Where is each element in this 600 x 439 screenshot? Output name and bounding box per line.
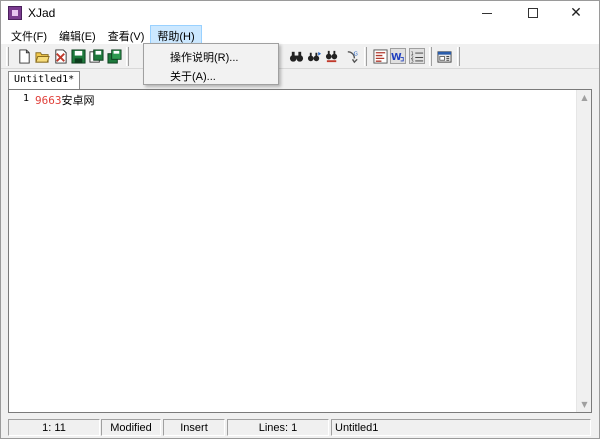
app-window: XJad ✕ 文件(F) 编辑(E) 查看(V) 帮助(H) G W 1 2 3… (0, 0, 600, 439)
line-numbers-button[interactable]: 123 (409, 48, 425, 64)
save-icon (70, 48, 86, 64)
find-next-icon (307, 51, 321, 61)
options-button[interactable] (436, 48, 452, 64)
options-icon (436, 50, 452, 63)
menu-edit[interactable]: 编辑(E) (53, 25, 102, 44)
status-cursor-position: 1: 11 (8, 419, 100, 436)
toolbar-grip (6, 47, 9, 66)
line-number-gutter: 1 (9, 90, 33, 412)
tab-untitled1[interactable]: Untitled1* (8, 71, 81, 89)
status-modified: Modified (101, 419, 161, 436)
close-button[interactable]: ✕ (553, 1, 599, 25)
save-as-icon (88, 48, 104, 63)
status-line-count: Lines: 1 (227, 419, 329, 436)
goto-icon: G (347, 50, 357, 63)
find-next-button[interactable] (306, 48, 322, 64)
line-numbers-icon: 123 (411, 50, 424, 64)
toolbar-separator-2 (364, 47, 367, 66)
replace-button[interactable] (324, 48, 340, 64)
vertical-scrollbar[interactable]: ▲ ▼ (576, 90, 591, 412)
menu-bar: 文件(F) 编辑(E) 查看(V) 帮助(H) (1, 25, 599, 44)
status-filename: Untitled1 (331, 419, 591, 436)
scroll-down-arrow-icon[interactable]: ▼ (577, 397, 592, 412)
minimize-button[interactable] (464, 1, 510, 25)
goto-line-button[interactable]: G (344, 48, 360, 64)
save-button[interactable] (70, 48, 86, 64)
number-token: 9663 (35, 94, 62, 107)
format-icon (372, 48, 388, 64)
svg-text:G: G (353, 51, 357, 57)
minimize-icon (482, 12, 492, 14)
window-title: XJad (28, 6, 56, 20)
save-all-icon (106, 48, 122, 64)
maximize-button[interactable] (510, 1, 556, 25)
app-icon (8, 6, 22, 20)
new-file-button[interactable] (16, 48, 32, 64)
svg-text:3: 3 (411, 58, 414, 63)
toolbar: G W 123 (1, 44, 599, 69)
svg-text:W: W (391, 52, 402, 63)
toolbar-separator (126, 47, 129, 66)
maximize-icon (528, 8, 538, 18)
tab-strip: Untitled1* (1, 69, 599, 89)
save-as-button[interactable] (88, 48, 104, 64)
status-bar: 1: 11 Modified Insert Lines: 1 Untitled1 (1, 416, 599, 438)
text-token: 安卓网 (61, 94, 95, 107)
toolbar-separator-4 (457, 47, 460, 66)
line-number: 1 (22, 93, 29, 104)
menu-item-instructions[interactable]: 操作说明(R)... (144, 46, 278, 65)
scroll-up-arrow-icon[interactable]: ▲ (577, 90, 592, 105)
new-file-icon (18, 48, 30, 64)
menu-file[interactable]: 文件(F) (5, 25, 53, 44)
menu-help[interactable]: 帮助(H) (150, 25, 202, 44)
save-all-button[interactable] (106, 48, 122, 64)
open-folder-icon (34, 51, 50, 63)
replace-icon (325, 50, 337, 62)
open-file-button[interactable] (34, 48, 50, 64)
close-file-button[interactable] (52, 48, 68, 64)
menu-view[interactable]: 查看(V) (102, 25, 151, 44)
word-wrap-icon: W (391, 52, 404, 63)
menu-item-about[interactable]: 关于(A)... (144, 65, 278, 84)
help-dropdown-menu: 操作说明(R)... 关于(A)... (143, 43, 279, 85)
find-button[interactable] (288, 48, 304, 64)
toolbar-separator-3 (429, 47, 432, 66)
word-wrap-button[interactable]: W (390, 48, 406, 64)
binoculars-icon (289, 51, 303, 62)
close-file-icon (54, 48, 67, 64)
code-line[interactable]: 9663安卓网 (35, 92, 95, 108)
title-bar: XJad ✕ (1, 1, 599, 25)
code-editor[interactable]: 1 9663安卓网 ▲ ▼ (8, 89, 592, 413)
close-icon: ✕ (570, 5, 582, 21)
format-button[interactable] (372, 48, 388, 64)
status-insert-mode: Insert (163, 419, 225, 436)
